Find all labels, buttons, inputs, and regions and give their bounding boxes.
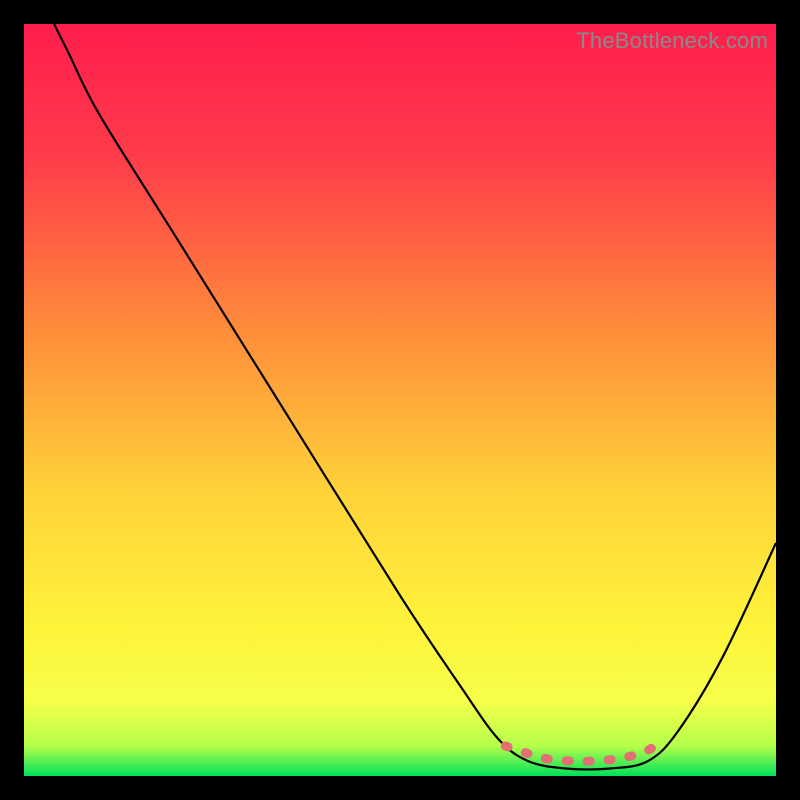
gradient-background xyxy=(24,24,776,776)
chart-svg xyxy=(24,24,776,776)
watermark-text: TheBottleneck.com xyxy=(576,28,768,54)
chart-frame: TheBottleneck.com xyxy=(24,24,776,776)
